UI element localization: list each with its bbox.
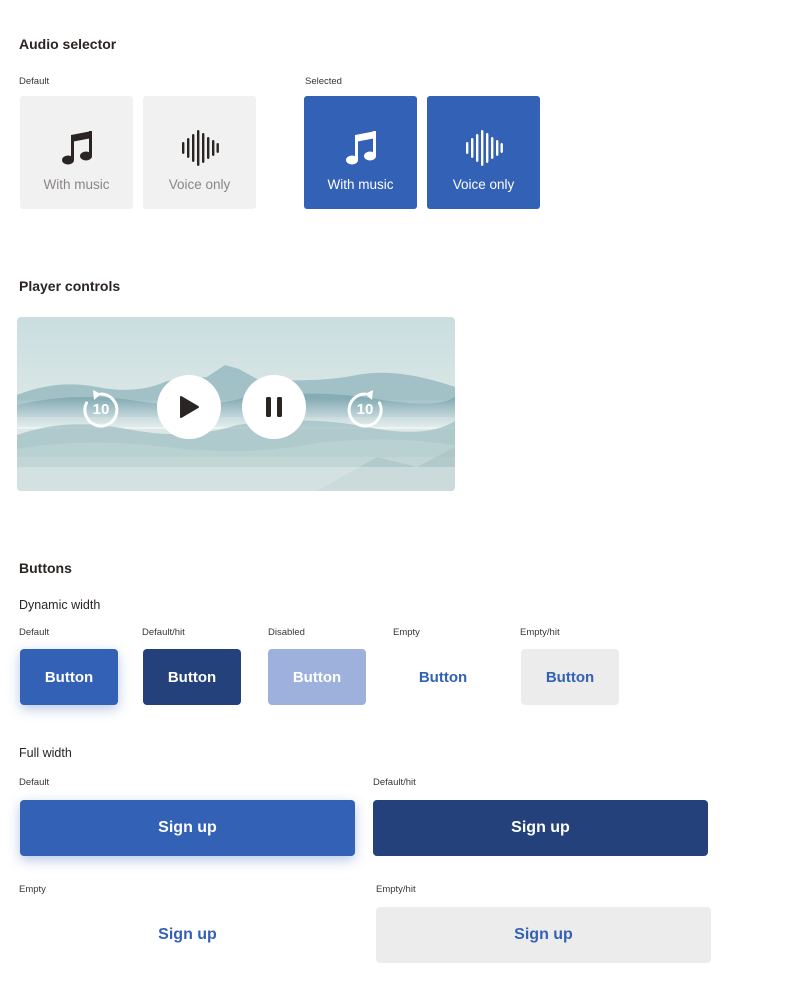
audio-card-label: Voice only <box>168 177 231 192</box>
music-note-icon <box>343 129 379 167</box>
full-caption-empty-hit: Empty/hit <box>376 884 416 895</box>
player-controls-title: Player controls <box>19 278 121 294</box>
audio-card-voice-only-default[interactable]: Voice only <box>143 96 256 209</box>
button-caption-default: Default <box>19 627 50 638</box>
player-panel: 10 10 <box>17 317 455 491</box>
button-disabled[interactable]: Button <box>268 649 366 705</box>
button-caption-default-hit: Default/hit <box>142 627 185 638</box>
buttons-title: Buttons <box>19 560 72 576</box>
audio-card-with-music-selected[interactable]: With music <box>304 96 417 209</box>
forward-10-label: 10 <box>356 401 374 418</box>
waveform-icon <box>465 129 503 167</box>
forward-10-button[interactable]: 10 <box>343 388 387 432</box>
audio-card-voice-only-selected[interactable]: Voice only <box>427 96 540 209</box>
audio-card-label: Voice only <box>452 177 515 192</box>
button-caption-disabled: Disabled <box>268 627 305 638</box>
sign-up-button-empty[interactable]: Sign up <box>20 907 355 963</box>
sign-up-button-empty-hit[interactable]: Sign up <box>376 907 711 963</box>
full-caption-default-hit: Default/hit <box>373 777 416 788</box>
button-empty[interactable]: Button <box>394 649 492 705</box>
button-default[interactable]: Button <box>20 649 118 705</box>
waveform-icon <box>181 129 219 167</box>
pause-icon <box>266 397 282 417</box>
selected-caption: Selected <box>305 76 342 87</box>
button-empty-hit[interactable]: Button <box>521 649 619 705</box>
rewind-10-label: 10 <box>92 401 110 418</box>
button-default-hit[interactable]: Button <box>143 649 241 705</box>
full-caption-default: Default <box>19 777 50 788</box>
button-caption-empty-hit: Empty/hit <box>520 627 560 638</box>
audio-card-with-music-default[interactable]: With music <box>20 96 133 209</box>
full-caption-empty: Empty <box>19 884 46 895</box>
play-icon <box>180 396 199 418</box>
full-width-title: Full width <box>19 746 72 760</box>
rewind-10-button[interactable]: 10 <box>79 388 123 432</box>
audio-card-label: With music <box>327 177 394 192</box>
sign-up-button-default-hit[interactable]: Sign up <box>373 800 708 856</box>
audio-card-label: With music <box>43 177 110 192</box>
default-caption: Default <box>19 76 50 87</box>
dynamic-width-title: Dynamic width <box>19 598 101 612</box>
audio-selector-title: Audio selector <box>19 36 117 52</box>
music-note-icon <box>59 129 95 167</box>
pause-button[interactable] <box>242 375 306 439</box>
button-caption-empty: Empty <box>393 627 420 638</box>
play-button[interactable] <box>157 375 221 439</box>
sign-up-button-default[interactable]: Sign up <box>20 800 355 856</box>
